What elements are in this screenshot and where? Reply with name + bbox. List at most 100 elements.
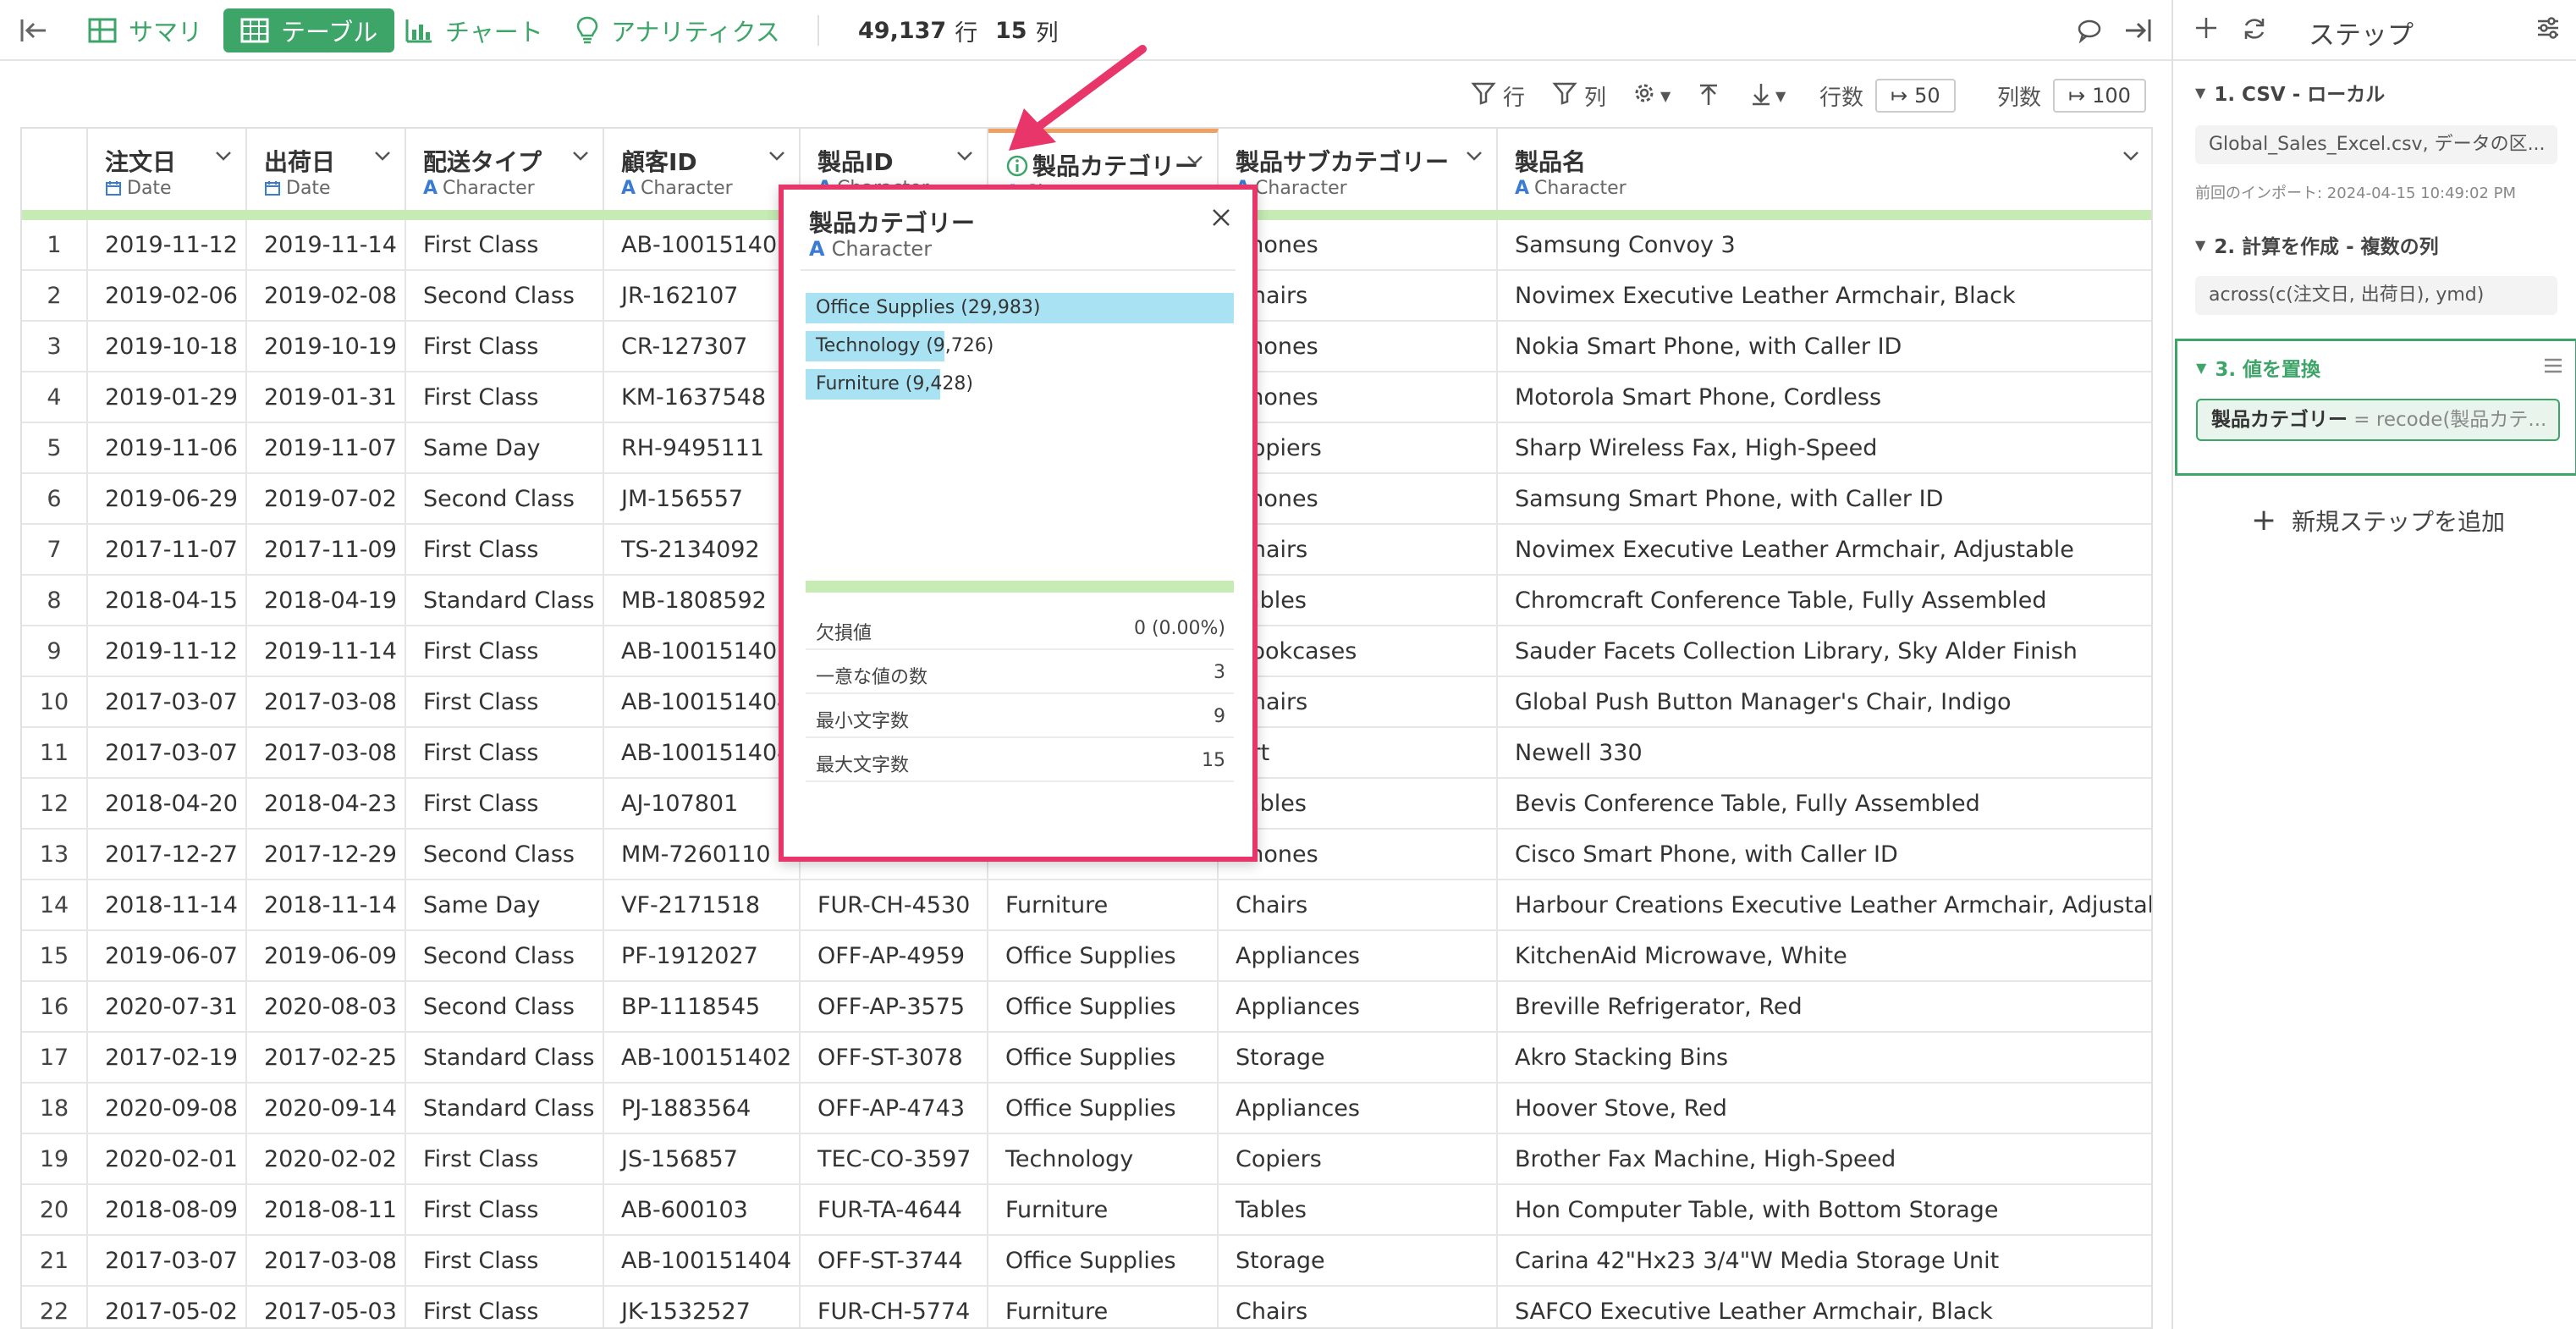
rows-limit-input[interactable]: ↦ 50 <box>1875 79 1956 113</box>
character-icon: A <box>1515 178 1530 199</box>
chevron-down-icon[interactable] <box>1464 146 1484 169</box>
add-icon[interactable] <box>2193 15 2219 44</box>
category-bar-label: Technology (9,726) <box>816 335 994 356</box>
cell-product-name: Carina 42"Hx23 3/4"W Media Storage Unit <box>1498 1236 2151 1287</box>
row-number: 5 <box>22 423 88 474</box>
cell-ship-mode: First Class <box>406 372 604 423</box>
comment-icon[interactable] <box>2077 8 2102 52</box>
cell-customer-id: PJ-1883564 <box>604 1084 801 1134</box>
cell-customer-id: AB-100151404 <box>604 1236 801 1287</box>
table-row[interactable]: 16 2020-07-31 2020-08-03 Second Class BP-111… <box>22 982 2151 1033</box>
menu-icon[interactable] <box>2543 356 2563 378</box>
column-name: 出荷日 <box>264 148 336 176</box>
collapse-right-icon[interactable] <box>2122 8 2153 52</box>
add-step-button[interactable]: + 新規ステップを追加 <box>2251 503 2505 538</box>
column-header-ship-mode[interactable]: 配送タイプ A Character <box>406 129 604 210</box>
cell-order-date: 2019-11-06 <box>88 423 247 474</box>
step-2-detail[interactable]: across(c(注文日, 出荷日), ymd) <box>2195 276 2557 315</box>
step-3-detail[interactable]: 製品カテゴリー = recode(製品カテ... <box>2196 399 2560 441</box>
cell-product-subcategory: Appliances <box>1219 931 1498 982</box>
chevron-down-icon: ▼ <box>1775 87 1786 104</box>
cell-product-subcategory: Chairs <box>1219 880 1498 931</box>
step-3-target: 製品カテゴリー <box>2211 409 2348 431</box>
character-icon: A <box>809 237 825 261</box>
cell-ship-mode: First Class <box>406 525 604 576</box>
cell-customer-id: RH-9495111 <box>604 423 801 474</box>
row-count-unit: 行 <box>955 19 978 47</box>
tab-chart-label: チャート <box>445 18 543 47</box>
cols-limit-input[interactable]: ↦ 100 <box>2053 79 2146 113</box>
cell-product-id: OFF-ST-3078 <box>801 1033 988 1084</box>
column-filter-button[interactable]: 列 <box>1552 74 1606 117</box>
step-3-expr: = recode(製品カテ... <box>2348 409 2547 431</box>
chevron-down-icon[interactable] <box>1185 150 1205 174</box>
table-row[interactable]: 22 2017-05-02 2017-05-03 First Class JK-1532… <box>22 1287 2151 1327</box>
category-bar[interactable]: Office Supplies (29,983) <box>806 293 1234 323</box>
column-header-ship-date[interactable]: 出荷日 Date <box>247 129 406 210</box>
gear-icon <box>1632 80 1657 112</box>
tab-table[interactable]: テーブル <box>223 8 395 52</box>
chevron-down-icon[interactable] <box>213 146 234 169</box>
cell-ship-mode: First Class <box>406 322 604 372</box>
table-row[interactable]: 14 2018-11-14 2018-11-14 Same Day VF-2171518… <box>22 880 2151 931</box>
table-row[interactable]: 15 2019-06-07 2019-06-09 Second Class PF-191… <box>22 931 2151 982</box>
step-3-card[interactable]: ▼ 3. 値を置換 製品カテゴリー = recode(製品カテ... <box>2175 339 2576 476</box>
sliders-icon[interactable] <box>2535 15 2561 44</box>
cell-order-date: 2020-07-31 <box>88 982 247 1033</box>
toolbar-divider <box>817 15 819 46</box>
cell-product-subcategory: Tables <box>1219 576 1498 626</box>
settings-dropdown[interactable]: ▼ <box>1632 74 1671 117</box>
table-row[interactable]: 18 2020-09-08 2020-09-14 Standard Class PJ-1… <box>22 1084 2151 1134</box>
column-header-product-name[interactable]: 製品名 A Character <box>1498 129 2151 210</box>
tab-summary-label: サマリ <box>129 18 203 47</box>
step-3-header[interactable]: ▼ 3. 値を置換 <box>2196 353 2320 382</box>
column-type-label: Character <box>1534 178 1627 199</box>
stat-key: 欠損値 <box>816 623 872 644</box>
tab-summary[interactable]: サマリ <box>88 8 202 52</box>
tab-chart[interactable]: チャート <box>405 8 543 52</box>
table-row[interactable]: 21 2017-03-07 2017-03-08 First Class AB-1001… <box>22 1236 2151 1287</box>
cell-ship-mode: Standard Class <box>406 1033 604 1084</box>
chevron-down-icon[interactable] <box>2121 146 2141 169</box>
column-name: 製品カテゴリー <box>1032 152 1199 180</box>
refresh-icon[interactable] <box>2241 15 2268 46</box>
column-header-product-subcategory[interactable]: 製品サブカテゴリーACharacter <box>1219 129 1498 210</box>
row-number: 13 <box>22 830 88 880</box>
chevron-down-icon[interactable] <box>372 146 393 169</box>
table-row[interactable]: 19 2020-02-01 2020-02-02 First Class JS-1568… <box>22 1134 2151 1185</box>
row-number: 9 <box>22 626 88 677</box>
table-row[interactable]: 17 2017-02-19 2017-02-25 Standard Class AB-1… <box>22 1033 2151 1084</box>
chevron-down-icon[interactable] <box>767 146 787 169</box>
row-number: 8 <box>22 576 88 626</box>
chevron-down-icon[interactable] <box>955 146 975 169</box>
column-header-order-date[interactable]: 注文日 Date <box>88 129 247 210</box>
chevron-down-icon[interactable] <box>570 146 591 169</box>
step-1-detail[interactable]: Global_Sales_Excel.csv, データの区... <box>2195 125 2557 164</box>
sort-dropdown[interactable]: ▼ <box>1750 74 1786 117</box>
step-2-header[interactable]: ▼ 2. 計算を作成 - 複数の列 <box>2195 230 2439 259</box>
info-icon[interactable] <box>1005 152 1032 180</box>
stat-row: 一意な値の数 3 <box>806 652 1234 694</box>
arrow-to-end-icon: ↦ <box>2068 84 2086 108</box>
column-type: ACharacter <box>1515 178 1627 199</box>
close-icon[interactable] <box>1210 207 1232 232</box>
column-header-customer-id[interactable]: 顧客ID A Character <box>604 129 801 210</box>
collapse-left-icon[interactable] <box>19 8 49 52</box>
cell-product-name: Hoover Stove, Red <box>1498 1084 2151 1134</box>
lightbulb-icon <box>575 15 599 46</box>
category-bar[interactable]: Technology (9,726) <box>806 331 1234 361</box>
column-type-label: Date <box>127 178 172 199</box>
table-row[interactable]: 20 2018-08-09 2018-08-11 First Class AB-6001… <box>22 1185 2151 1236</box>
cell-order-date: 2019-02-06 <box>88 271 247 322</box>
row-number: 2 <box>22 271 88 322</box>
category-bar[interactable]: Furniture (9,428) <box>806 369 1234 400</box>
upload-icon[interactable] <box>1698 74 1720 117</box>
tab-analytics[interactable]: アナリティクス <box>575 8 780 52</box>
cell-product-subcategory: Copiers <box>1219 1134 1498 1185</box>
row-filter-button[interactable]: 行 <box>1471 74 1525 117</box>
cols-limit-value: 100 <box>2092 84 2131 108</box>
step-1-header[interactable]: ▼ 1. CSV - ローカル <box>2195 78 2385 107</box>
cell-ship-mode: Standard Class <box>406 1084 604 1134</box>
step-3-title: 3. 値を置換 <box>2215 359 2321 381</box>
cell-ship-mode: Second Class <box>406 474 604 525</box>
